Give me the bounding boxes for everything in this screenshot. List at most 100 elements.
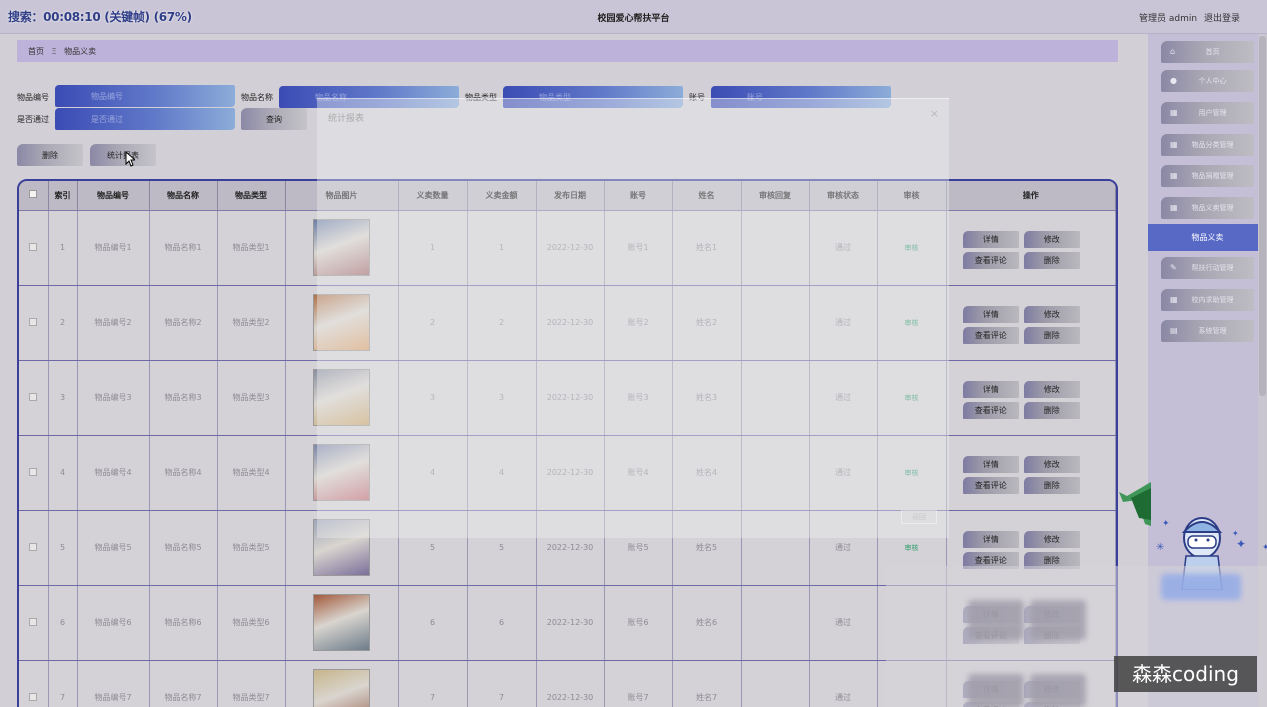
select-all-checkbox[interactable] [29,190,38,199]
row-checkbox[interactable] [29,242,38,251]
breadcrumb-home[interactable]: 首页 [28,47,44,56]
search-label-name: 物品名称 [241,93,273,102]
sidebar-item-help[interactable]: ▦ 校内求助管理 [1161,289,1254,311]
sidebar-item-label: 用户管理 [1198,109,1227,117]
stats-back-button[interactable]: 返回 [901,510,937,524]
column-header: 索引 [48,181,78,211]
detail-button[interactable]: 详情 [962,380,1019,398]
sidebar-item-users[interactable]: ▦ 用户管理 [1161,102,1254,124]
row-index: 3 [48,360,78,436]
actions-cell: 详情修改查看评论删除 [946,210,1116,286]
account: 账号6 [604,585,673,661]
row-index: 7 [48,660,78,707]
search-label-approved: 是否通过 [17,115,49,124]
edit-button[interactable]: 修改 [1023,305,1080,323]
sidebar-item-profile[interactable]: ● 个人中心 [1161,70,1254,92]
item-name: 物品名称1 [149,210,218,286]
row-checkbox[interactable] [29,392,38,401]
edit-button[interactable]: 修改 [1023,455,1080,473]
item-name: 物品名称6 [149,585,218,661]
item-type: 物品类型3 [217,360,286,436]
sidebar-item-label: 首页 [1205,48,1220,56]
account: 账号7 [604,660,673,707]
edit-button[interactable]: 修改 [1023,380,1080,398]
view-comments-button[interactable]: 查看评论 [962,251,1019,269]
svg-text:✦: ✦ [1262,543,1267,553]
approved-input[interactable] [55,108,235,130]
audit-reply [741,585,810,661]
batch-delete-button[interactable]: 删除 [17,144,83,166]
row-index: 4 [48,435,78,511]
view-comments-button[interactable]: 查看评论 [962,476,1019,494]
column-header: 物品名称 [149,181,218,211]
detail-button[interactable]: 详情 [962,305,1019,323]
top-header: 搜索：00:08:10 (关键帧) (67%) 校园爱心帮扶平台 管理员 adm… [0,0,1267,34]
item-type: 物品类型7 [217,660,286,707]
detail-button[interactable]: 详情 [962,455,1019,473]
audit-status: 通过 [809,660,878,707]
delete-button[interactable]: 删除 [1023,401,1080,419]
detail-button[interactable]: 详情 [962,530,1019,548]
grid-icon: ▦ [1170,295,1178,304]
row-actions: 详情修改查看评论删除 [961,301,1101,345]
delete-button[interactable]: 删除 [1023,326,1080,344]
sidebar-item-label: 个人中心 [1198,77,1227,85]
sidebar-item-category[interactable]: ▦ 物品分类管理 [1161,134,1254,156]
row-checkbox[interactable] [29,542,38,551]
sidebar-item-home[interactable]: ⌂ 首页 [1161,41,1254,63]
watermark: 森森coding [1114,656,1257,692]
scrollbar-thumb[interactable] [1259,36,1266,396]
view-comments-button[interactable]: 查看评论 [962,401,1019,419]
sidebar-item-sale-mgmt[interactable]: ▦ 物品义卖管理 [1161,197,1254,219]
logout-link[interactable]: 退出登录 [1204,14,1240,24]
sale-quantity: 6 [398,585,468,661]
row-checkbox-cell [19,660,49,707]
item-type: 物品类型4 [217,435,286,511]
person-name: 姓名7 [672,660,742,707]
svg-text:✦: ✦ [1236,537,1246,551]
query-button[interactable]: 查询 [241,108,307,130]
row-checkbox[interactable] [29,317,38,326]
delete-button[interactable]: 删除 [1023,476,1080,494]
item-code: 物品编号6 [77,585,150,661]
view-comments-button[interactable]: 查看评论 [962,326,1019,344]
edit-button[interactable]: 修改 [1023,530,1080,548]
doc-icon: ▤ [1170,326,1178,335]
actions-cell: 详情修改查看评论删除 [946,285,1116,361]
audit-link[interactable]: 审核 [905,544,919,552]
row-checkbox-cell [19,585,49,661]
detail-button[interactable]: 详情 [962,230,1019,248]
edit-button[interactable]: 修改 [1023,230,1080,248]
item-code-input[interactable] [55,85,235,107]
row-checkbox[interactable] [29,692,38,701]
actions-cell: 详情修改查看评论删除 [946,360,1116,436]
publish-date: 2022-12-30 [536,585,605,661]
item-type: 物品类型2 [217,285,286,361]
item-thumbnail[interactable] [313,594,370,651]
row-actions: 详情修改查看评论删除 [961,226,1101,270]
column-header: 物品编号 [77,181,150,211]
sidebar-item-donation[interactable]: ▦ 物品捐赠管理 [1161,165,1254,187]
row-index: 5 [48,510,78,586]
sidebar-item-label: 校内求助管理 [1191,296,1234,304]
row-checkbox[interactable] [29,467,38,476]
row-checkbox-cell [19,435,49,511]
item-thumbnail[interactable] [313,669,370,707]
delete-button[interactable]: 删除 [1023,251,1080,269]
mouse-cursor-icon [125,151,135,167]
select-all-cell[interactable] [19,181,49,211]
sidebar-item-action[interactable]: ✎ 帮扶行动管理 [1161,257,1254,279]
close-icon[interactable]: × [930,107,939,120]
row-checkbox[interactable] [29,617,38,626]
sale-amount: 7 [467,660,537,707]
user-area: 管理员 admin 退出登录 [1135,11,1240,24]
breadcrumb-current: 物品义卖 [64,47,97,56]
item-type: 物品类型5 [217,510,286,586]
sidebar-item-system[interactable]: ▤ 系统管理 [1161,320,1254,342]
item-code: 物品编号3 [77,360,150,436]
sidebar-item-sale-active[interactable]: 物品义卖 [1148,224,1267,251]
item-code: 物品编号2 [77,285,150,361]
item-type: 物品类型1 [217,210,286,286]
item-name: 物品名称3 [149,360,218,436]
stats-report-button[interactable]: 统计报表 [90,144,156,166]
